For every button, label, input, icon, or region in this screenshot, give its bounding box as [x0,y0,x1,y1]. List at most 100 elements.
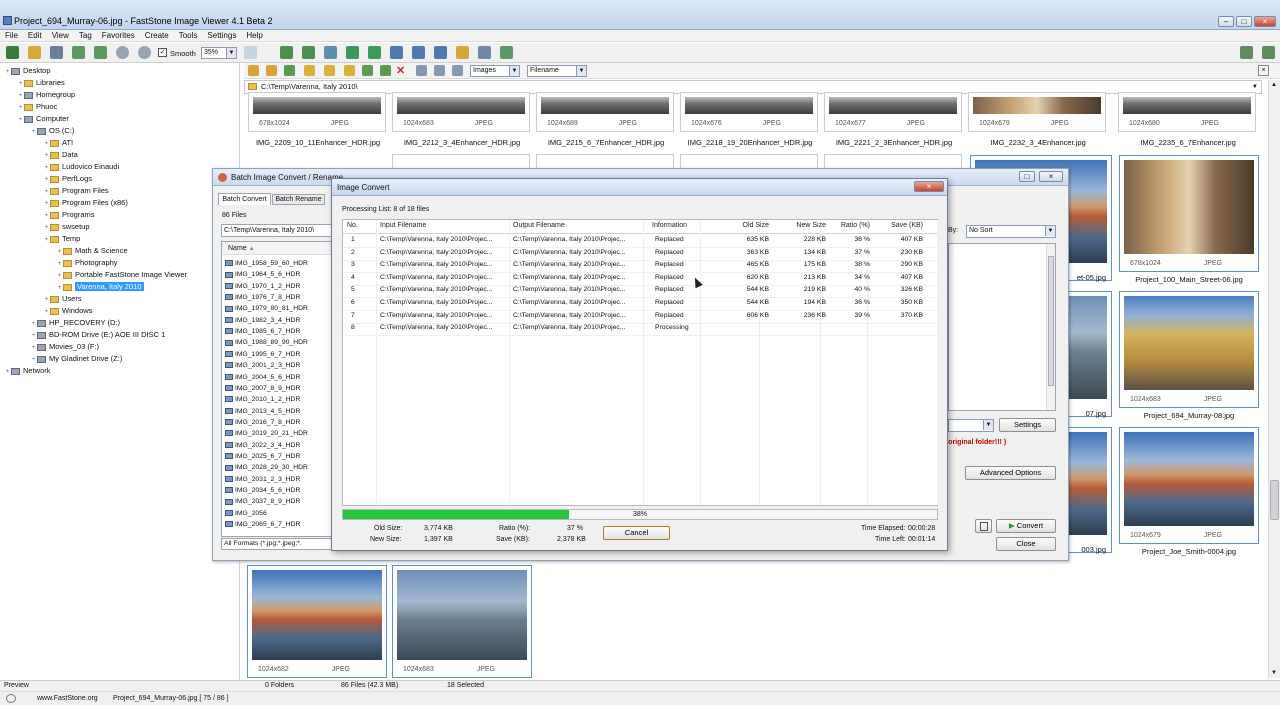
tree-item[interactable]: + Data [43,149,78,160]
preview-file-button[interactable] [975,519,992,533]
batch-file-list[interactable]: Name ▲ IMG_1958_59_60_HDR IMG_1964_5_6_HD… [221,241,333,537]
convert-button[interactable]: ▶ Convert [996,519,1056,533]
tab-batch-rename[interactable]: Batch Rename [272,194,325,205]
tree-item[interactable]: + Temp [43,233,81,246]
tree-item[interactable]: + PerfLogs [43,173,92,184]
new-folder-icon[interactable] [324,65,335,76]
list-item[interactable]: IMG_1985_6_7_HDR [225,326,300,337]
tree-item[interactable]: + ATI [43,137,73,148]
list-item[interactable]: IMG_1995_6_7_HDR [225,349,300,360]
column-header[interactable]: No. [347,222,358,229]
format-filter-combo[interactable]: All Formats (*.jpg;*.jpeg;*. [221,538,333,550]
fullscreen-icon[interactable] [72,46,85,59]
smooth-checkbox[interactable]: ✓ [158,48,167,57]
list-item[interactable]: IMG_2031_2_3_HDR [225,474,300,485]
menu-item-tag[interactable]: Tag [74,30,97,40]
column-header[interactable]: Save (KB) [891,222,923,229]
email-icon[interactable] [456,46,469,59]
batch-target-list[interactable] [948,243,1056,411]
crop-icon[interactable] [412,46,425,59]
website-link[interactable]: www.FastStone.org [37,692,98,705]
list-item[interactable]: IMG_1982_3_4_HDR [225,315,300,326]
menu-item-edit[interactable]: Edit [23,30,47,40]
scroll-down-icon[interactable]: ▼ [1271,670,1277,676]
slideshow-icon[interactable] [94,46,107,59]
zoom-out-icon[interactable] [138,46,151,59]
column-header[interactable]: Output Filename [513,222,565,229]
tree-item[interactable]: + Program Files (x86) [43,197,128,208]
thumbnail[interactable]: 1024x683 JPEG [1119,291,1259,408]
list-item[interactable]: IMG_2037_8_9_HDR [225,496,300,507]
rotate-right-icon[interactable] [302,46,315,59]
hand-tool-icon[interactable] [244,46,257,59]
thumbnail[interactable]: 1024x680 JPEG [1118,92,1256,132]
thumbnail[interactable]: 678x1024 JPEG [1119,155,1259,272]
open-folder-icon[interactable] [28,46,41,59]
tree-item[interactable]: + Ludovico Einaudi [43,161,119,172]
web-icon[interactable] [6,694,16,703]
list-item[interactable]: IMG_2028_29_30_HDR [225,462,308,473]
tree-item[interactable]: + Phuoc [17,101,58,112]
tree-item[interactable]: + Users [43,293,82,304]
column-header[interactable]: New Size [796,222,826,229]
histogram-icon[interactable] [390,46,403,59]
tree-item[interactable]: + Programs [43,209,95,220]
scrollbar-thumb[interactable] [1048,256,1054,386]
target-list-scrollbar[interactable] [1046,244,1055,410]
thumbnail[interactable]: 1024x682 JPEG [247,565,387,678]
list-item[interactable]: IMG_1988_89_90_HDR [225,337,308,348]
menu-item-file[interactable]: File [0,30,23,40]
settings-button[interactable]: Settings [999,418,1056,432]
advanced-options-button[interactable]: Advanced Options [965,466,1056,480]
tab-batch-convert[interactable]: Batch Convert [218,193,271,205]
tree-item[interactable]: + Portable FastStone Image Viewer [56,269,187,280]
sort-combo[interactable]: Filename ▼ [527,65,587,77]
list-item[interactable]: IMG_1964_5_6_HDR [225,269,300,280]
minimize-button[interactable]: – [1218,16,1234,27]
list-item[interactable]: IMG_2010_1_2_HDR [225,394,300,405]
move-to-icon[interactable] [380,65,391,76]
list-item[interactable]: IMG_1958_59_60_HDR [225,258,308,269]
resize-icon[interactable] [324,46,337,59]
expand-icon[interactable]: + [30,127,37,138]
close-button[interactable]: Close [996,537,1056,551]
rotate-left-icon[interactable] [280,46,293,59]
menu-item-view[interactable]: View [47,30,74,40]
thumbnail[interactable]: 1024x679 JPEG [1119,427,1259,544]
zoom-combo[interactable]: 35% ▼ [201,47,237,59]
menu-item-settings[interactable]: Settings [202,30,241,40]
back-arrow-icon[interactable] [248,65,259,76]
thumbnail[interactable]: 1024x683 JPEG [392,92,530,132]
column-header[interactable]: Information [652,222,687,229]
tree-item[interactable]: + Movies_03 (F:) [30,341,99,352]
tree-item[interactable]: + HP_RECOVERY (D:) [30,317,120,328]
maximize-button[interactable]: □ [1236,16,1252,27]
batch-maximize-button[interactable]: □ [1019,171,1035,182]
up-folder-icon[interactable] [284,65,295,76]
tree-item[interactable]: + swsetup [43,221,90,232]
save-icon[interactable] [50,46,63,59]
menu-item-create[interactable]: Create [140,30,174,40]
image-convert-close-button[interactable]: × [914,181,944,192]
grid-layout-icon[interactable] [1262,46,1275,59]
list-item[interactable]: IMG_2022_3_4_HDR [225,440,300,451]
delete-icon[interactable]: ✕ [396,64,405,77]
tree-item[interactable]: + Photography [56,257,118,268]
expand-icon[interactable]: + [43,235,50,246]
list-item[interactable]: IMG_1976_7_8_HDR [225,292,300,303]
compare-icon[interactable] [434,46,447,59]
rotate-cw-icon[interactable] [368,46,381,59]
list-item[interactable]: IMG_2034_5_6_HDR [225,485,300,496]
tree-item[interactable]: + Windows [43,305,93,316]
thumbnail[interactable]: 1024x676 JPEG [680,92,818,132]
thumbnail[interactable]: 1024x683 JPEG [392,565,532,678]
tree-item[interactable]: + OS (C:) [30,125,75,138]
tree-item[interactable]: + Computer [17,113,69,124]
column-header[interactable]: Old Size [739,222,769,229]
thumbnail-view-icon[interactable] [416,65,427,76]
rotate-ccw-icon[interactable] [346,46,359,59]
refresh-icon[interactable] [362,65,373,76]
close-panel-icon[interactable]: × [1258,65,1269,76]
column-header[interactable]: Ratio (%) [838,222,870,229]
thumbnail[interactable]: 1024x679 JPEG [968,92,1106,132]
